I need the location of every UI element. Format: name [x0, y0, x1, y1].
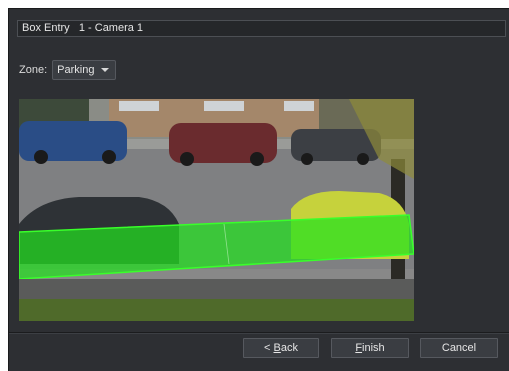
camera-frame-image: [19, 99, 414, 321]
finish-button-accel: F: [355, 342, 363, 354]
camera-preview[interactable]: [19, 99, 414, 321]
cancel-button[interactable]: Cancel: [420, 338, 498, 358]
finish-button-rest: inish: [362, 342, 385, 354]
wizard-title-field: Box Entry 1 - Camera 1: [17, 20, 506, 37]
footer-divider-highlight: [9, 333, 509, 334]
back-button-accel: B: [273, 342, 281, 354]
back-button[interactable]: < Back: [243, 338, 319, 358]
zone-label: Zone:: [19, 64, 48, 76]
chevron-down-icon: [101, 68, 110, 72]
back-button-rest: ack: [280, 342, 298, 354]
finish-button[interactable]: Finish: [331, 338, 409, 358]
wizard-dialog: Box Entry 1 - Camera 1 Zone: Parking: [8, 8, 509, 371]
zone-dropdown-value: Parking: [57, 64, 95, 76]
zone-row: Zone: Parking: [19, 60, 117, 80]
back-button-prefix: <: [264, 342, 274, 354]
zone-dropdown[interactable]: Parking: [52, 60, 117, 80]
